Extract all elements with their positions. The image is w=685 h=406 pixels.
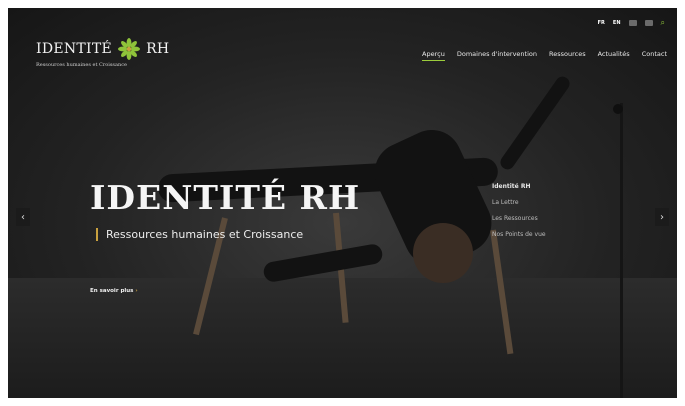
- linkedin-icon[interactable]: [628, 20, 637, 26]
- figure-silhouette: [413, 223, 473, 283]
- main-nav: Aperçu Domaines d'intervention Ressource…: [422, 50, 667, 61]
- logo-title-left: IDENTITÉ: [36, 41, 113, 57]
- learn-more-label: En savoir plus: [90, 288, 134, 294]
- nav-item-ressources[interactable]: Ressources: [549, 50, 586, 61]
- lang-en[interactable]: EN: [613, 20, 621, 26]
- arrow-right-icon: ›: [135, 288, 138, 294]
- lang-fr[interactable]: FR: [598, 20, 605, 26]
- nav-item-contact[interactable]: Contact: [642, 50, 667, 61]
- chevron-right-icon[interactable]: ›: [655, 208, 669, 226]
- flower-logo-icon: [118, 38, 141, 60]
- submenu-item-points-de-vue[interactable]: Nos Points de vue: [492, 231, 546, 238]
- learn-more-link[interactable]: En savoir plus ›: [90, 288, 138, 294]
- mail-icon[interactable]: [644, 20, 653, 26]
- hero-title: IDENTITÉ RH: [90, 178, 361, 217]
- lamp-pole: [620, 103, 623, 398]
- logo-subtitle: Ressources humaines et Croissance: [36, 62, 127, 68]
- chevron-left-icon[interactable]: ‹: [16, 208, 30, 226]
- nav-item-apercu[interactable]: Aperçu: [422, 50, 445, 61]
- nav-item-domaines[interactable]: Domaines d'intervention: [457, 50, 537, 61]
- submenu-item-identite[interactable]: Identité RH: [492, 183, 546, 190]
- nav-item-actualites[interactable]: Actualités: [598, 50, 630, 61]
- hero-subtitle: Ressources humaines et Croissance: [96, 228, 303, 241]
- hero-banner: IDENTITÉ RH Ressources humaines et Crois…: [8, 8, 677, 398]
- hero-submenu: Identité RH La Lettre Les Ressources Nos…: [492, 183, 546, 247]
- submenu-item-lettre[interactable]: La Lettre: [492, 199, 546, 206]
- language-bar: FR EN ⌕: [598, 18, 665, 28]
- logo-title-right: RH: [146, 41, 170, 57]
- site-logo[interactable]: IDENTITÉ RH Ressources humaines et Crois…: [36, 38, 169, 68]
- search-icon[interactable]: ⌕: [661, 18, 665, 28]
- lamp-head: [613, 104, 623, 114]
- submenu-item-ressources[interactable]: Les Ressources: [492, 215, 546, 222]
- figure-silhouette: [497, 73, 573, 173]
